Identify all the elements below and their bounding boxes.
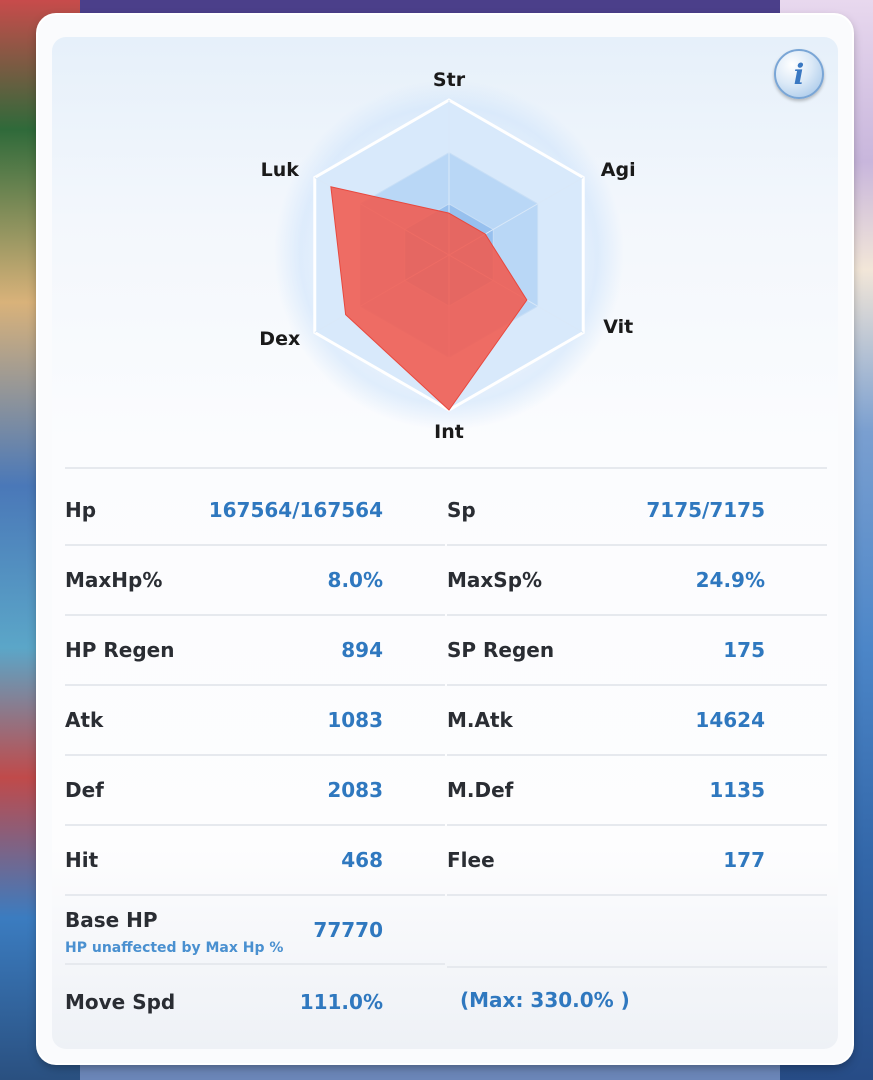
stat-label: Flee <box>447 848 495 872</box>
row-divider <box>65 963 445 965</box>
stat-value: 2083 <box>327 778 383 802</box>
stat-label: M.Atk <box>447 708 513 732</box>
row-divider <box>447 754 827 756</box>
stat-value: 8.0% <box>327 568 383 592</box>
radar-axis-label-int: Int <box>434 421 464 443</box>
row-divider <box>447 966 827 968</box>
stat-label: Def <box>65 778 104 802</box>
base-hp-label: Base HP <box>65 908 158 932</box>
stat-value: 894 <box>341 638 383 662</box>
stat-value: 24.9% <box>695 568 765 592</box>
stat-label: Atk <box>65 708 104 732</box>
stat-value: 1135 <box>709 778 765 802</box>
stat-label: SP Regen <box>447 638 555 662</box>
base-hp-value: 77770 <box>313 918 383 942</box>
radar-axis-label-agi: Agi <box>600 158 636 181</box>
radar-axis-label-str: Str <box>432 69 466 91</box>
stat-value: 1083 <box>327 708 383 732</box>
radar-axis-label-vit: Vit <box>603 315 634 338</box>
stat-label: Sp <box>447 498 476 522</box>
stat-value: 167564/167564 <box>208 498 383 522</box>
move-spd-max: (Max: 330.0% ) <box>460 988 630 1012</box>
stat-label: Hp <box>65 498 97 522</box>
stat-value: 7175/7175 <box>646 498 765 522</box>
stat-label: HP Regen <box>65 638 175 662</box>
row-divider <box>65 544 445 546</box>
row-divider <box>447 824 827 826</box>
row-divider <box>65 684 445 686</box>
stat-value: 468 <box>341 848 383 872</box>
row-divider <box>65 894 445 896</box>
radar-axis-label-luk: Luk <box>260 158 299 181</box>
stat-value: 177 <box>723 848 765 872</box>
row-divider <box>65 824 445 826</box>
row-divider <box>65 614 445 616</box>
row-divider <box>447 684 827 686</box>
base-hp-note: HP unaffected by Max Hp % <box>65 940 284 956</box>
row-divider <box>447 544 827 546</box>
move-spd-label: Move Spd <box>65 990 176 1014</box>
move-spd-value: 111.0% <box>299 990 383 1014</box>
row-divider <box>65 467 827 469</box>
row-divider <box>65 754 445 756</box>
stat-value: 175 <box>723 638 765 662</box>
stat-label: M.Def <box>447 778 514 802</box>
row-divider <box>447 894 827 896</box>
row-divider <box>447 614 827 616</box>
radar-axis-label-dex: Dex <box>259 327 301 350</box>
stat-label: Hit <box>65 848 99 872</box>
stat-label: MaxHp% <box>65 568 163 592</box>
stat-value: 14624 <box>695 708 765 732</box>
stat-label: MaxSp% <box>447 568 543 592</box>
